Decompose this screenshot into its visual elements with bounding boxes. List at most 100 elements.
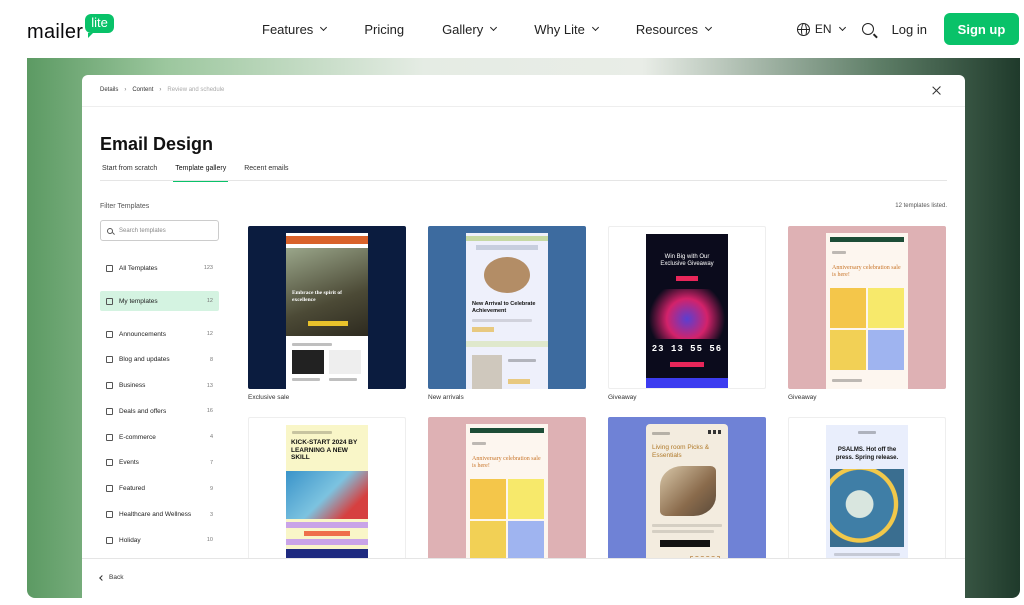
sidebar-item-healthcare-and-wellness[interactable]: Healthcare and Wellness 3: [100, 505, 219, 525]
filter-label: Filter Templates: [100, 203, 150, 210]
preview-hero-image: [646, 289, 728, 339]
tab-start-from-scratch[interactable]: Start from scratch: [100, 159, 159, 182]
logo-badge: lite: [85, 14, 114, 38]
language-selector[interactable]: EN: [796, 22, 846, 36]
preview-image: [868, 330, 904, 370]
nav-features[interactable]: Features: [262, 21, 328, 37]
rss-icon: [106, 356, 113, 364]
tab-template-gallery[interactable]: Template gallery: [173, 159, 229, 182]
templates-count: 12 templates listed.: [895, 203, 947, 209]
preview-cta: [304, 531, 350, 536]
folder-icon: [106, 264, 113, 272]
sidebar-item-featured[interactable]: Featured 9: [100, 479, 219, 499]
chevron-down-icon: [838, 23, 846, 32]
nav-why-lite[interactable]: Why Lite: [534, 22, 599, 37]
right-navigation: EN Log in Sign up: [796, 13, 1019, 45]
nav-gallery[interactable]: Gallery: [442, 22, 498, 37]
breadcrumb-details[interactable]: Details: [100, 87, 118, 93]
template-preview: Anniversary celebration sale is here!: [788, 226, 946, 389]
chevron-down-icon: [320, 23, 328, 32]
nav-features-label: Features: [262, 21, 314, 37]
chevron-down-icon: [704, 23, 713, 32]
sidebar-item-deals-and-offers[interactable]: Deals and offers 16: [100, 401, 219, 421]
nav-resources[interactable]: Resources: [635, 21, 713, 37]
heart-icon: [106, 511, 113, 519]
preview-headline: PSALMS. Hot off the press. Spring releas…: [835, 447, 899, 461]
chevron-down-icon: [490, 23, 498, 32]
preview-hero-image: [830, 469, 904, 547]
sidebar-item-announcements[interactable]: Announcements 12: [100, 324, 219, 344]
preview-image: [329, 350, 361, 374]
sidebar-item-count: 12: [206, 298, 213, 304]
preview-image: [292, 350, 324, 374]
sidebar-item-label: Business: [119, 382, 146, 390]
template-card[interactable]: Win Big with Our Exclusive Giveaway 23 1…: [608, 226, 766, 401]
search-icon[interactable]: [861, 23, 874, 35]
template-card[interactable]: Embrace the spirit of excellence Exclusi…: [248, 226, 406, 401]
sidebar-item-label: Events: [119, 459, 139, 467]
preview-cta: [472, 327, 494, 332]
close-icon[interactable]: [931, 85, 943, 97]
breadcrumb: Details › Content › Review and schedule: [100, 87, 230, 93]
chevron-right-icon: ›: [159, 87, 162, 93]
preview-image: [830, 288, 866, 328]
back-label: Back: [109, 574, 124, 581]
tab-recent-emails[interactable]: Recent emails: [242, 159, 290, 182]
search-input[interactable]: Search templates: [100, 220, 219, 241]
template-preview: Win Big with Our Exclusive Giveaway 23 1…: [608, 226, 766, 389]
sidebar-item-count: 7: [209, 459, 213, 466]
sidebar-item-business[interactable]: Business 13: [100, 376, 219, 396]
preview-headline: Anniversary celebration sale is here!: [832, 265, 901, 278]
preview-image: [470, 521, 506, 561]
main-menu: Features Pricing Gallery Why Lite Resour…: [262, 0, 749, 58]
cart-icon: [106, 433, 113, 441]
breadcrumb-review: Review and schedule: [167, 87, 225, 93]
sidebar-item-count: 16: [206, 408, 213, 415]
language-label: EN: [814, 22, 832, 36]
email-design-modal: Details › Content › Review and schedule Em…: [82, 75, 965, 598]
sidebar-item-label: E-commerce: [119, 433, 156, 441]
template-card[interactable]: Anniversary celebration sale is here! Gi…: [788, 226, 946, 401]
modal-footer: Back: [82, 558, 965, 598]
sidebar-item-holiday[interactable]: Holiday 10: [100, 530, 219, 550]
sidebar-item-e-commerce[interactable]: E-commerce 4: [100, 427, 219, 447]
sidebar-item-count: 123: [203, 265, 213, 271]
sidebar-item-label: My templates: [119, 297, 158, 305]
template-name: New arrivals: [428, 394, 464, 401]
sidebar-item-label: Deals and offers: [119, 407, 167, 415]
sidebar-item-events[interactable]: Events 7: [100, 453, 219, 473]
preview-headline: Embrace the spirit of excellence: [292, 290, 342, 303]
preview-headline: KICK-START 2024 BY LEARNING A NEW SKILL: [291, 439, 358, 461]
nav-resources-label: Resources: [635, 21, 698, 37]
briefcase-icon: [106, 382, 113, 390]
sidebar-item-my-templates[interactable]: My templates 12: [100, 291, 219, 311]
breadcrumb-content[interactable]: Content: [132, 87, 153, 93]
nav-pricing[interactable]: Pricing: [364, 22, 404, 37]
preview-cta: [676, 276, 698, 281]
mailerlite-logo[interactable]: mailer lite: [27, 14, 114, 44]
back-button[interactable]: Back: [99, 574, 124, 581]
login-link[interactable]: Log in: [892, 22, 927, 37]
sidebar-item-blog-and-updates[interactable]: Blog and updates 8: [100, 350, 219, 370]
signup-button[interactable]: Sign up: [944, 13, 1019, 45]
divider: [100, 180, 947, 181]
template-card[interactable]: New Arrival to Celebrate Achievement New…: [428, 226, 586, 401]
preview-cta: [308, 321, 348, 326]
template-name: Giveaway: [608, 394, 637, 401]
tag-icon: [106, 407, 113, 415]
sidebar-item-label: Healthcare and Wellness: [119, 511, 192, 519]
preview-hero-image: [484, 257, 530, 293]
chevron-right-icon: ›: [124, 87, 127, 93]
sidebar-item-count: 4: [209, 434, 213, 441]
preview-banner: [286, 236, 368, 244]
page-title: Email Design: [100, 134, 214, 154]
preview-image: [508, 479, 544, 519]
logo-wordmark: mailer: [27, 21, 84, 43]
template-preview: Embrace the spirit of excellence: [248, 226, 406, 389]
sidebar-item-label: All Templates: [119, 264, 158, 272]
preview-image: [470, 479, 506, 519]
star-icon: [106, 485, 113, 493]
sidebar-item-label: Featured: [119, 485, 146, 493]
top-navigation: mailer lite Features Pricing Gallery Why…: [0, 0, 1024, 58]
sidebar-item-all-templates[interactable]: All Templates 123: [100, 258, 219, 278]
